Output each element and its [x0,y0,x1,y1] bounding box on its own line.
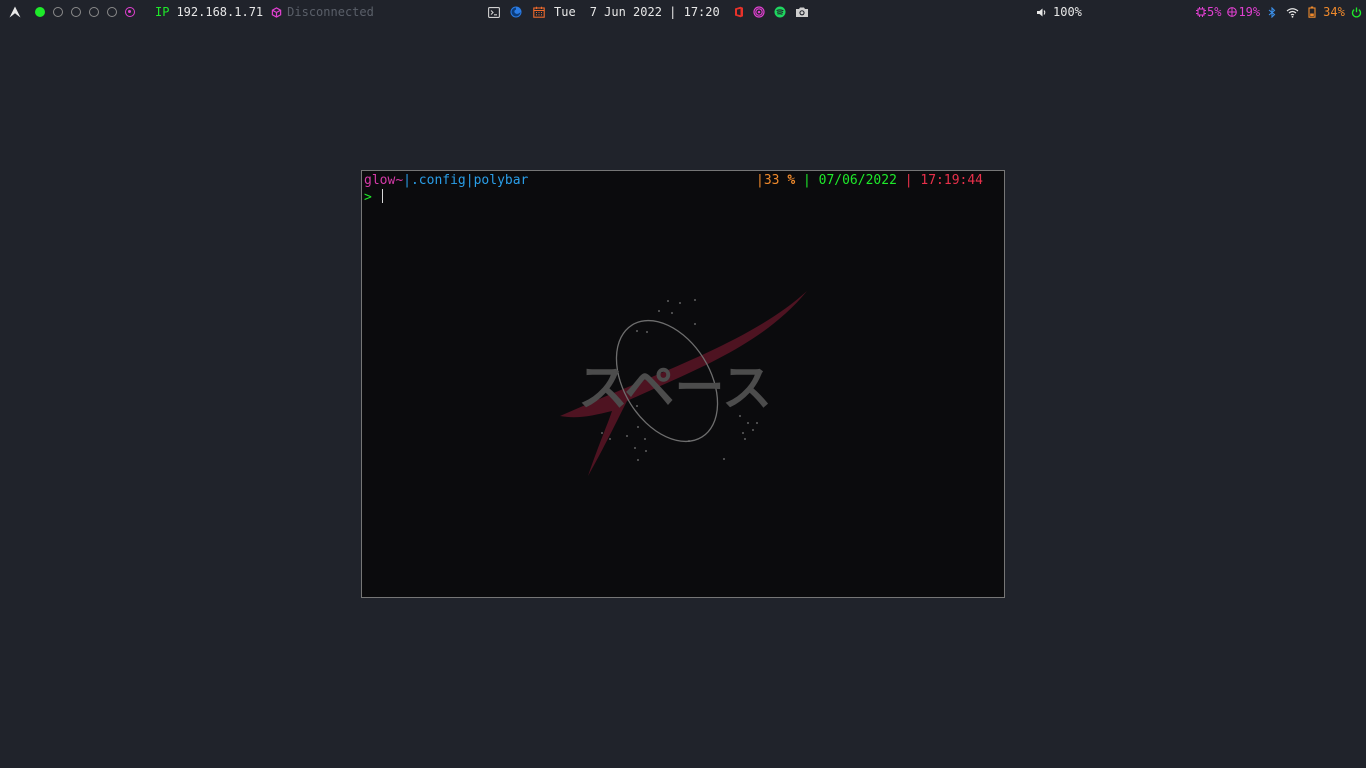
wallpaper-text: スペース [578,359,772,417]
percent-sign: % [787,173,796,188]
top-bar: IP 192.168.1.71 Disconnected Tue 7 Jun 2… [0,0,1366,24]
office-icon[interactable] [733,6,745,18]
prompt-time: 17:19:44 [920,173,984,188]
workspace-list [35,7,143,17]
cpu-icon [1195,7,1206,17]
bar-volume[interactable]: 100% [1035,0,1082,24]
spiral-app-icon[interactable] [753,6,766,18]
battery-icon [1307,6,1317,18]
prompt-path-segment: polybar [473,173,529,188]
bar-center: Tue 7 Jun 2022 | 17:20 [487,0,809,24]
space-logo-image: スペース [560,291,807,476]
bar-right: 5% 19% 34% [1195,0,1363,24]
ip-value: 192.168.1.71 [176,5,264,19]
input-line[interactable]: > [364,189,383,206]
calendar-icon[interactable] [532,6,545,18]
vpn-cube-icon [270,6,282,18]
prompt-line: glow~|.config|polybar [364,172,528,189]
bar-left: IP 192.168.1.71 Disconnected [8,0,374,24]
workspace-3-indicator[interactable] [71,7,81,17]
prompt-right-info: |33 % | 07/06/2022 | 17:19:44 [756,172,983,189]
firefox-icon[interactable] [509,6,522,18]
terminal-icon[interactable] [487,6,500,18]
arch-logo-icon[interactable] [8,6,22,18]
workspace-1-indicator[interactable] [35,7,45,17]
text-cursor [381,189,383,203]
right-separator: | [802,173,811,188]
prompt-separator: | [403,173,411,188]
vpn-status[interactable]: Disconnected [287,5,374,19]
input-arrow: > [364,190,372,205]
prompt-path-segment: .config [410,173,466,188]
memory-value: 19% [1238,5,1261,19]
volume-value: 100% [1053,5,1082,19]
right-separator: | [756,173,764,188]
battery-level: 33 [763,173,780,188]
date-day: Tue [554,5,576,19]
terminal-window[interactable]: スペース glow~|.config|polybar |33 % | 07/06… [361,170,1005,598]
cpu-value: 5% [1207,5,1222,19]
power-icon[interactable] [1351,7,1363,18]
bluetooth-icon[interactable] [1267,6,1277,18]
camera-icon[interactable] [795,6,809,18]
workspace-6-indicator[interactable] [125,7,135,17]
date-time: 7 Jun 2022 | 17:20 [589,5,720,19]
right-separator: | [904,173,913,188]
prompt-user: glow [364,173,396,188]
ip-label: IP [155,5,170,19]
workspace-2-indicator[interactable] [53,7,63,17]
workspace-4-indicator[interactable] [89,7,99,17]
wifi-icon[interactable] [1285,7,1299,18]
prompt-date: 07/06/2022 [818,173,897,188]
speaker-icon [1035,7,1047,18]
battery-value: 34% [1323,5,1345,19]
spotify-icon[interactable] [774,6,787,18]
prompt-separator: | [465,173,474,188]
prompt-tilde: ~ [395,173,404,188]
workspace-5-indicator[interactable] [107,7,117,17]
memory-icon [1226,7,1237,17]
